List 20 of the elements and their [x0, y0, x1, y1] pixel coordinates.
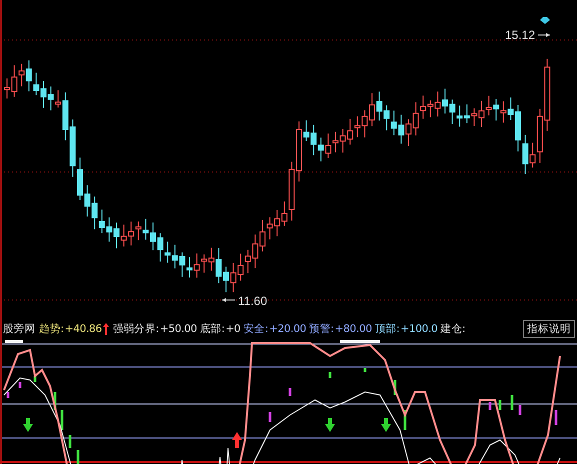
indicator-help-button[interactable]: 指标说明 [523, 320, 575, 338]
indicator-label: 建仓: [440, 322, 466, 336]
diamond-icon [540, 17, 550, 24]
indicator-value: +20.00 [269, 323, 306, 335]
indicator-label: 强弱分界: [112, 322, 159, 336]
indicator-label: 趋势: [39, 322, 64, 336]
indicator-value: +80.00 [334, 323, 372, 335]
low-price-label: 11.60 [238, 294, 268, 308]
indicator-name: 股旁网 [3, 322, 36, 336]
indicator-value: +50.00 [160, 323, 197, 335]
indicator-label: 底部: [200, 322, 225, 336]
indicator-label: 顶部: [374, 322, 400, 336]
indicator-value: +100.0 [400, 323, 438, 335]
indicator-value: +0 [226, 323, 240, 335]
high-price-leader-line [538, 33, 550, 37]
indicator-value: +40.86 [64, 323, 102, 335]
indicator-label: 预警: [309, 322, 334, 336]
high-price-label: 15.12 [504, 28, 535, 42]
low-price-leader-line [222, 298, 236, 302]
indicator-label: 安全: [243, 322, 268, 336]
